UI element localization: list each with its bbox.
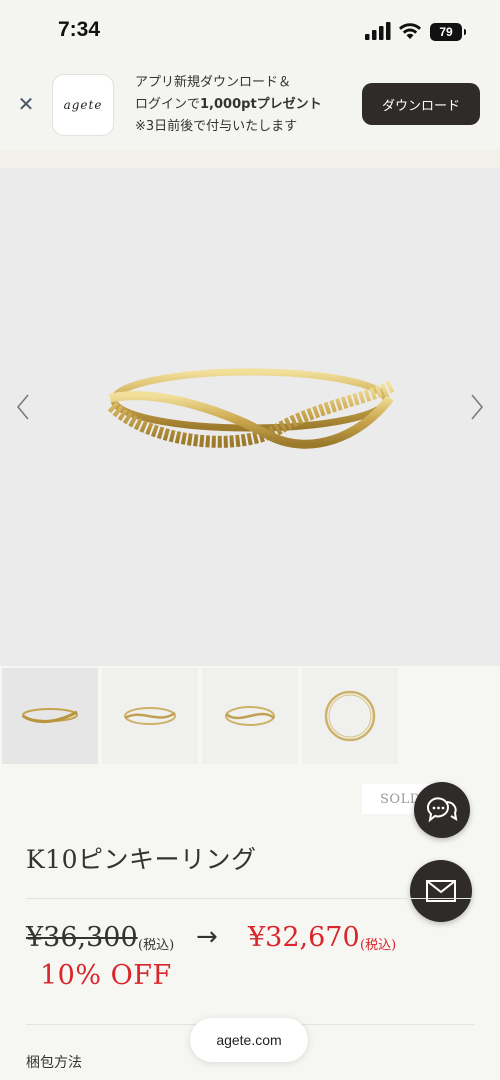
original-price-tax-label: (税込) [138, 938, 175, 953]
wrapping-method-label[interactable]: 梱包方法 [26, 1052, 82, 1072]
app-download-banner: ✕ agete アプリ新規ダウンロード＆ ログインで1,000ptプレゼント ※… [0, 62, 500, 150]
banner-line-3: ※3日前後で付与いたします [135, 119, 298, 134]
ring-thumbnail-image [225, 706, 275, 726]
thumbnail-strip [0, 668, 500, 766]
thumbnail-1[interactable] [2, 668, 98, 764]
chat-icon [426, 797, 458, 823]
banner-line-2-bold: 1,000ptプレゼント [200, 97, 322, 112]
mail-button[interactable] [410, 860, 472, 922]
banner-message: アプリ新規ダウンロード＆ ログインで1,000ptプレゼント ※3日前後で付与い… [135, 72, 355, 138]
status-bar: 7:34 79 [0, 0, 500, 62]
battery-icon: 79 [430, 23, 466, 41]
status-time: 7:34 [58, 18, 101, 41]
battery-level: 79 [439, 25, 453, 39]
thumbnail-3[interactable] [202, 668, 298, 764]
banner-line-1: アプリ新規ダウンロード＆ [135, 75, 292, 90]
sale-price: ¥32,670 [248, 922, 360, 953]
chevron-right-icon[interactable] [464, 393, 488, 421]
cellular-signal-icon [365, 22, 391, 40]
discount-label: 10% OFF [40, 960, 172, 991]
ring-thumbnail-image [124, 707, 176, 725]
ring-thumbnail-image [324, 690, 376, 742]
wifi-icon [399, 23, 421, 39]
thumbnail-4[interactable] [302, 668, 398, 764]
banner-line-2: ログインで1,000ptプレゼント [135, 94, 355, 116]
banner-spacer [0, 150, 500, 168]
app-logo: agete [52, 74, 114, 136]
chat-button[interactable] [414, 782, 470, 838]
app-logo-text: agete [63, 98, 103, 112]
product-title: K10ピンキーリング [26, 845, 257, 874]
product-image-carousel[interactable] [0, 168, 500, 666]
ring-thumbnail-image [22, 708, 78, 723]
arrow-right-icon: → [196, 922, 218, 952]
divider [26, 898, 474, 899]
ring-image [107, 368, 395, 449]
browser-url-bar[interactable]: agete.com [190, 1018, 308, 1062]
original-price: ¥36,300 [26, 922, 138, 953]
sale-price-tax-label: (税込) [360, 938, 397, 953]
chevron-left-icon[interactable] [12, 393, 36, 421]
thumbnail-2[interactable] [102, 668, 198, 764]
close-icon[interactable]: ✕ [14, 92, 38, 116]
download-button[interactable]: ダウンロード [362, 83, 480, 125]
banner-line-2-prefix: ログインで [135, 97, 201, 112]
